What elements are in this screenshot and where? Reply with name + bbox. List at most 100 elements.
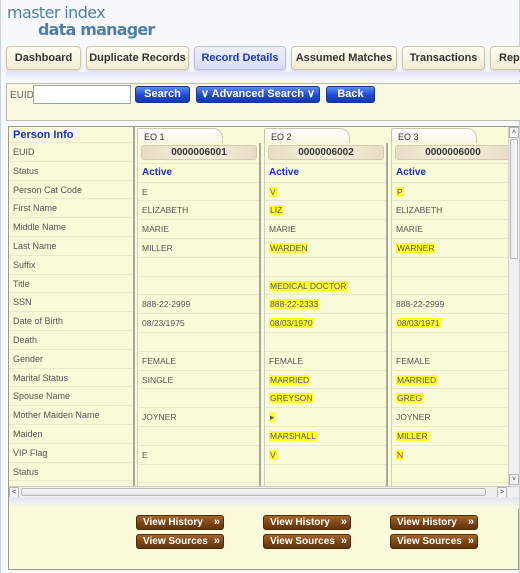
field-value-highlighted: LIZ	[269, 205, 284, 216]
vertical-scroll-thumb[interactable]	[510, 139, 518, 259]
field-value-highlighted: P	[396, 186, 404, 197]
field-value-row: MARIE	[392, 220, 508, 239]
tab-dashboard[interactable]: Dashboard	[6, 46, 81, 70]
euid-value[interactable]: 0000006001	[141, 145, 257, 160]
field-value-highlighted: WARNER	[396, 242, 436, 253]
field-value-row: P	[392, 183, 508, 202]
field-value-highlighted: GREYSON	[269, 393, 314, 404]
horizontal-scroll-thumb[interactable]	[21, 488, 486, 496]
field-value: 08/23/1975	[142, 318, 185, 329]
field-value: MARIE	[396, 224, 423, 235]
tab-record-details[interactable]: Record Details	[194, 46, 286, 70]
field-label: Suffix	[9, 256, 133, 275]
tab-reports[interactable]: Repo	[490, 46, 520, 70]
status-value: Active	[138, 164, 259, 183]
field-value-row	[392, 333, 508, 352]
field-value: FEMALE	[269, 355, 304, 366]
euid-label: EUID	[10, 90, 34, 101]
view-sources-button[interactable]: View Sources »	[263, 534, 351, 549]
field-value-row: MARRIED	[265, 371, 386, 390]
field-value-row	[392, 465, 508, 484]
field-value-row: MEDICAL DOCTOR	[265, 277, 386, 296]
scroll-down-icon[interactable]: ˅	[509, 474, 519, 485]
field-value-row: JOYNER	[392, 408, 508, 427]
tab-duplicate-records[interactable]: Duplicate Records	[86, 46, 189, 70]
horizontal-scrollbar[interactable]: < >	[9, 486, 519, 498]
back-button[interactable]: Back	[326, 86, 375, 103]
eo-tab[interactable]: EO 2	[264, 128, 350, 144]
eo-tab[interactable]: EO 3	[391, 128, 477, 144]
field-value-row: GREYSON	[265, 389, 386, 409]
field-label: Maiden	[9, 425, 133, 444]
field-value-row: 08/23/1975	[138, 314, 259, 333]
field-value-row: FEMALE	[265, 352, 386, 371]
field-value-row: N	[392, 446, 508, 465]
view-sources-button[interactable]: View Sources »	[136, 534, 224, 549]
field-value: JOYNER	[396, 412, 431, 423]
euid-input[interactable]	[33, 85, 131, 104]
field-value-highlighted: MARRIED	[269, 374, 311, 385]
view-history-button-label: View History	[270, 517, 330, 528]
field-label: Marital Status	[9, 369, 133, 388]
field-value-row: LIZ	[265, 201, 386, 221]
field-value-row: JOYNER	[138, 408, 259, 427]
tab-assumed-matches[interactable]: Assumed Matches	[291, 46, 397, 70]
field-value: SINGLE	[142, 374, 174, 385]
field-label: Gender	[9, 350, 133, 369]
euid-value[interactable]: 0000006002	[268, 145, 384, 160]
buttons-divider	[9, 497, 519, 509]
field-value-row	[138, 389, 259, 409]
field-label: SSN	[9, 293, 133, 313]
comparison-grid: Person Info EUID Status Person Cat Code Fir…	[9, 127, 508, 486]
search-button[interactable]: Search	[135, 86, 190, 103]
view-history-button[interactable]: View History »	[136, 515, 224, 530]
field-value-row: MARSHALL	[265, 427, 386, 446]
field-label: Death	[9, 331, 133, 350]
field-value-row	[138, 277, 259, 296]
tab-transactions[interactable]: Transactions	[402, 46, 485, 70]
field-value-highlighted: 08/03/1970	[269, 318, 314, 329]
field-value: FEMALE	[142, 355, 177, 366]
record-values: 0000006001 Active E ELIZABETH MARIE MILLER 888…	[137, 143, 261, 486]
person-info-header: Person Info	[9, 127, 133, 143]
field-value: MARIE	[269, 224, 296, 235]
person-info-column: Person Info EUID Status Person Cat Code Fir…	[9, 127, 135, 486]
euid-value[interactable]: 0000006000	[395, 145, 508, 160]
field-value-row: E	[138, 183, 259, 202]
field-value-row: WARNER	[392, 239, 508, 258]
view-history-button[interactable]: View History »	[390, 515, 478, 530]
field-value: 888-22-2999	[396, 299, 445, 310]
field-value: 888-22-2999	[142, 299, 191, 310]
field-value-row: GREG	[392, 389, 508, 409]
field-value-highlighted: GREG	[396, 393, 424, 404]
logo-line1: master index	[7, 3, 106, 22]
field-label: Date of Birth	[9, 312, 133, 331]
field-value-highlighted: WARDEN	[269, 242, 309, 253]
view-history-button[interactable]: View History »	[263, 515, 351, 530]
scroll-up-icon[interactable]: ˄	[509, 127, 519, 138]
field-label: Title	[9, 275, 133, 294]
record-values: 0000006000 Active P ELIZABETH MARIE WARNER 888…	[391, 143, 508, 486]
field-value-highlighted: ▸	[269, 412, 276, 423]
view-history-button-label: View History	[143, 517, 203, 528]
field-value-row: ELIZABETH	[392, 201, 508, 221]
field-value-row	[392, 258, 508, 277]
field-value-row	[138, 333, 259, 352]
euid-row: 0000006002	[265, 145, 386, 164]
advanced-search-button[interactable]: ∨ Advanced Search ∨	[196, 86, 320, 103]
field-value-row: 888-22-2333	[265, 295, 386, 315]
view-sources-button[interactable]: View Sources »	[390, 534, 478, 549]
view-sources-button-label: View Sources	[397, 536, 462, 547]
eo-tab[interactable]: EO 1	[137, 128, 223, 144]
vertical-scrollbar[interactable]: ˄ ˅	[508, 127, 519, 486]
field-value-highlighted: 08/03/1971	[396, 318, 441, 329]
field-value-row: ▸	[265, 408, 386, 427]
field-value-row: E	[138, 446, 259, 465]
field-value: ELIZABETH	[142, 205, 189, 216]
field-label: Mother Maiden Name	[9, 406, 133, 425]
field-value: E	[142, 186, 148, 197]
search-bar: EUID Search ∨ Advanced Search ∨ Back	[6, 83, 520, 121]
status-value: Active	[392, 164, 508, 183]
field-value-row	[265, 258, 386, 277]
field-label: VIP Flag	[9, 444, 133, 463]
